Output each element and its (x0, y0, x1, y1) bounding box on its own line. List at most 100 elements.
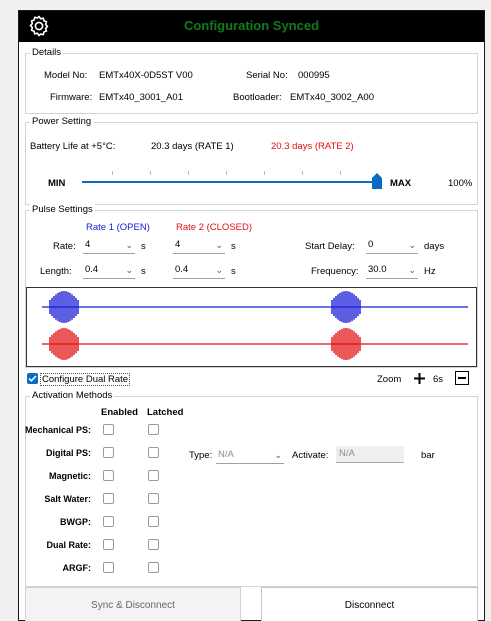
slider-tick (340, 171, 341, 175)
power-legend: Power Setting (30, 116, 94, 127)
chevron-down-icon: ⌄ (408, 240, 416, 250)
minus-icon[interactable] (455, 371, 469, 385)
length1-unit: s (141, 266, 146, 277)
activation-row-label: Digital PS: (45, 448, 91, 458)
zoom-value: 6s (433, 374, 444, 385)
enabled-checkbox[interactable] (103, 562, 114, 573)
header-bar: Configuration Synced (19, 11, 484, 42)
frequency-select[interactable]: 30.0 ⌄ (366, 263, 418, 279)
slider-tick (302, 171, 303, 175)
rate1-battery-life: 20.3 days (RATE 1) (151, 141, 234, 152)
activation-row-label: Mechanical PS: (24, 425, 91, 435)
start-delay-value: 0 (368, 239, 374, 250)
start-delay-label: Start Delay: (305, 241, 355, 252)
slider-max-label: MAX (390, 178, 412, 189)
chevron-down-icon: ⌄ (408, 265, 416, 275)
chevron-down-icon: ⌄ (274, 450, 282, 460)
chevron-down-icon: ⌄ (125, 265, 133, 275)
chevron-down-icon: ⌄ (215, 240, 223, 250)
latched-checkbox[interactable] (148, 470, 159, 481)
details-legend: Details (30, 47, 64, 58)
length2-unit: s (231, 266, 236, 277)
bootloader-label: Bootloader: (233, 92, 282, 103)
pulse-settings-group: Pulse Settings Rate 1 (OPEN) Rate 2 (CLO… (25, 204, 478, 368)
model-value: EMTx40X-0D5ST V00 (99, 70, 193, 81)
slider-thumb[interactable] (372, 173, 382, 189)
type-value: N/A (218, 449, 234, 460)
activation-row-label: Magnetic: (48, 471, 91, 481)
start-delay-unit: days (424, 241, 445, 252)
pulse-waveform-preview (26, 287, 477, 367)
frequency-unit: Hz (424, 266, 436, 277)
enabled-checkbox[interactable] (103, 447, 114, 458)
enabled-checkbox[interactable] (103, 516, 114, 527)
rate2-battery-life: 20.3 days (RATE 2) (271, 141, 354, 152)
latched-checkbox[interactable] (148, 424, 159, 435)
activation-row-label: Dual Rate: (46, 540, 91, 550)
slider-tick (150, 171, 151, 175)
firmware-value: EMTx40_3001_A01 (99, 92, 183, 103)
rate-label: Rate: (53, 241, 76, 252)
activation-row-label: ARGF: (62, 563, 92, 573)
slider-tick (112, 171, 113, 175)
latched-checkbox[interactable] (148, 539, 159, 550)
configure-dual-rate-checkbox[interactable] (27, 373, 38, 384)
rate1-header: Rate 1 (OPEN) (86, 222, 150, 233)
battery-life-label: Battery Life at +5°C: (30, 141, 116, 152)
slider-tick (188, 171, 189, 175)
power-setting-group: Power Setting Battery Life at +5°C: 20.3… (25, 116, 478, 205)
length1-select[interactable]: 0.4 ⌄ (83, 263, 135, 279)
latched-checkbox[interactable] (148, 516, 159, 527)
rate1-select[interactable]: 4 ⌄ (83, 238, 135, 254)
enabled-checkbox[interactable] (103, 493, 114, 504)
rate2-value: 4 (175, 239, 181, 250)
length2-select[interactable]: 0.4 ⌄ (173, 263, 225, 279)
type-label: Type: (189, 450, 213, 461)
rate2-unit: s (231, 241, 236, 252)
power-percent: 100% (448, 178, 473, 189)
frequency-value: 30.0 (368, 264, 387, 275)
disconnect-button[interactable]: Disconnect (261, 587, 478, 621)
model-label: Model No: (44, 70, 88, 81)
activate-label: Activate: (292, 450, 329, 461)
serial-value: 000995 (298, 70, 330, 81)
power-slider[interactable] (82, 171, 382, 191)
latched-header: Latched (147, 407, 184, 418)
start-delay-select[interactable]: 0 ⌄ (366, 238, 418, 254)
rate2-select[interactable]: 4 ⌄ (173, 238, 225, 254)
rate1-unit: s (141, 241, 146, 252)
enabled-checkbox[interactable] (103, 539, 114, 550)
configuration-window: Configuration Synced Details Model No: E… (18, 10, 485, 621)
enabled-header: Enabled (101, 407, 138, 418)
length2-value: 0.4 (175, 264, 189, 275)
plus-icon[interactable] (413, 372, 426, 385)
slider-tick (226, 171, 227, 175)
length1-value: 0.4 (85, 264, 99, 275)
pulse-legend: Pulse Settings (30, 204, 95, 215)
slider-fill (82, 181, 382, 183)
slider-min-label: MIN (48, 178, 66, 189)
frequency-label: Frequency: (311, 266, 359, 277)
firmware-label: Firmware: (50, 92, 93, 103)
slider-tick (264, 171, 265, 175)
serial-label: Serial No: (246, 70, 288, 81)
sync-status-title: Configuration Synced (183, 18, 320, 33)
configure-dual-rate-label[interactable]: Configure Dual Rate (40, 373, 131, 386)
details-group: Details Model No: EMTx40X-0D5ST V00 Seri… (25, 47, 478, 114)
dual-rate-row: Configure Dual Rate Zoom 6s (25, 370, 478, 388)
latched-checkbox[interactable] (148, 562, 159, 573)
activation-row-label: Salt Water: (44, 494, 91, 504)
sync-disconnect-button[interactable]: Sync & Disconnect (25, 587, 241, 621)
rate2-header: Rate 2 (CLOSED) (176, 222, 253, 233)
latched-checkbox[interactable] (148, 493, 159, 504)
rate1-value: 4 (85, 239, 91, 250)
chevron-down-icon: ⌄ (125, 240, 133, 250)
activation-legend: Activation Methods (30, 390, 115, 401)
activation-methods-group: Activation Methods Enabled Latched Mecha… (24, 390, 478, 587)
enabled-checkbox[interactable] (103, 424, 114, 435)
zoom-label: Zoom (377, 374, 402, 385)
type-select[interactable]: N/A ⌄ (216, 448, 284, 464)
activate-input[interactable]: N/A (336, 446, 404, 463)
enabled-checkbox[interactable] (103, 470, 114, 481)
latched-checkbox[interactable] (148, 447, 159, 458)
